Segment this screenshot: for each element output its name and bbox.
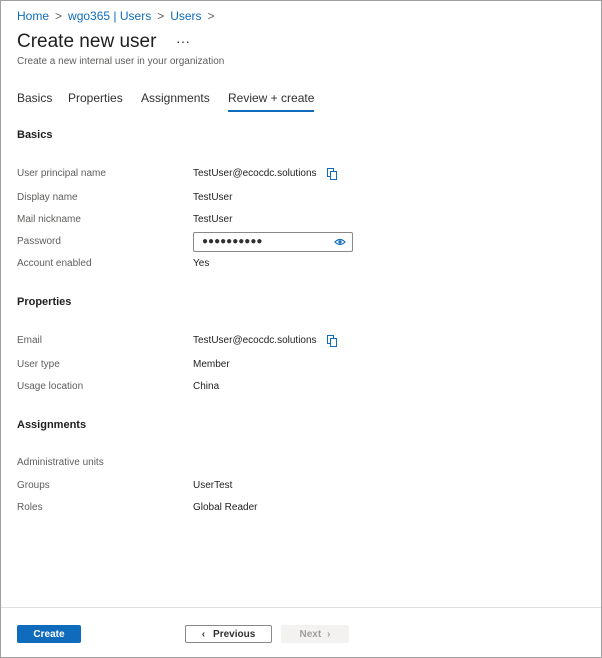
tab-assignments[interactable]: Assignments bbox=[141, 91, 210, 105]
label-email: Email bbox=[17, 335, 43, 346]
footer-divider bbox=[1, 607, 601, 608]
create-button[interactable]: Create bbox=[17, 625, 81, 643]
next-button[interactable]: Next › bbox=[281, 625, 349, 643]
tab-properties[interactable]: Properties bbox=[68, 91, 123, 105]
label-upn: User principal name bbox=[17, 168, 106, 179]
label-administrative-units: Administrative units bbox=[17, 457, 104, 468]
password-field[interactable]: ●●●●●●●●●● bbox=[193, 232, 353, 252]
value-user-type: Member bbox=[193, 359, 230, 370]
value-usage-location: China bbox=[193, 381, 220, 392]
section-heading-properties: Properties bbox=[17, 296, 72, 308]
chevron-right-icon: > bbox=[157, 9, 165, 23]
value-groups: UserTest bbox=[193, 480, 233, 491]
password-value: ●●●●●●●●●● bbox=[202, 236, 263, 247]
label-roles: Roles bbox=[17, 502, 43, 513]
label-mail-nickname: Mail nickname bbox=[17, 214, 81, 225]
page-subtitle: Create a new internal user in your organ… bbox=[17, 56, 225, 67]
previous-button[interactable]: ‹ Previous bbox=[185, 625, 272, 643]
copy-icon[interactable] bbox=[327, 168, 337, 180]
chevron-right-icon: > bbox=[207, 9, 215, 23]
label-user-type: User type bbox=[17, 359, 60, 370]
copy-icon[interactable] bbox=[327, 335, 337, 347]
chevron-left-icon: ‹ bbox=[201, 628, 206, 640]
breadcrumb: Home > wgo365 | Users > Users > bbox=[17, 9, 221, 23]
value-email: TestUser@ecocdc.solutions bbox=[193, 335, 317, 346]
value-mail-nickname: TestUser bbox=[193, 214, 233, 225]
value-account-enabled: Yes bbox=[193, 258, 210, 269]
label-display-name: Display name bbox=[17, 192, 78, 203]
label-account-enabled: Account enabled bbox=[17, 258, 92, 269]
show-password-eye-icon[interactable] bbox=[334, 238, 346, 246]
chevron-right-icon: > bbox=[55, 9, 63, 23]
breadcrumb-tenant-users[interactable]: wgo365 | Users bbox=[68, 9, 151, 23]
label-groups: Groups bbox=[17, 480, 50, 491]
label-usage-location: Usage location bbox=[17, 381, 84, 392]
chevron-right-icon: › bbox=[327, 628, 331, 640]
more-options-button[interactable]: ··· bbox=[176, 33, 190, 49]
value-display-name: TestUser bbox=[193, 192, 233, 203]
page-title: Create new user bbox=[17, 31, 157, 52]
value-roles: Global Reader bbox=[193, 502, 258, 513]
label-password: Password bbox=[17, 236, 61, 247]
value-upn: TestUser@ecocdc.solutions bbox=[193, 168, 317, 179]
next-label: Next bbox=[299, 628, 322, 640]
previous-label: Previous bbox=[213, 628, 256, 640]
tab-review-create[interactable]: Review + create bbox=[228, 91, 315, 112]
breadcrumb-users[interactable]: Users bbox=[170, 9, 201, 23]
section-heading-basics: Basics bbox=[17, 129, 53, 141]
section-heading-assignments: Assignments bbox=[17, 419, 87, 431]
tab-basics[interactable]: Basics bbox=[17, 91, 52, 105]
breadcrumb-home[interactable]: Home bbox=[17, 9, 49, 23]
